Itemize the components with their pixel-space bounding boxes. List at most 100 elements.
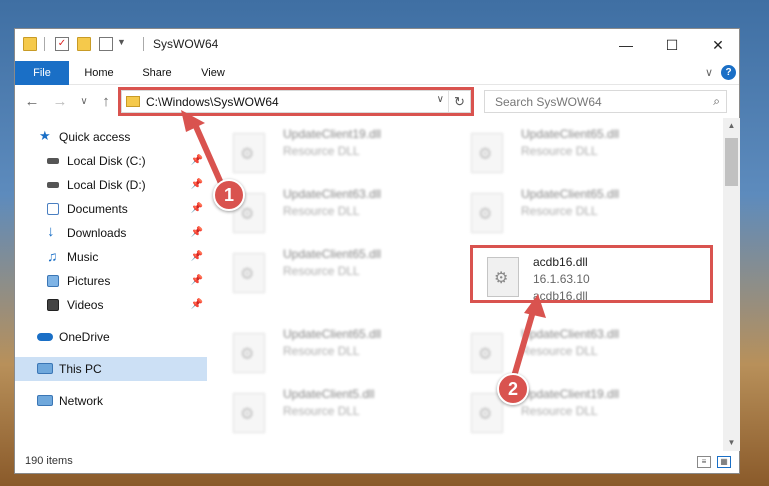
file-type: Resource DLL (521, 204, 598, 218)
explorer-window: ✓ ▼ SysWOW64 — ☐ ✕ File Home Share View … (14, 28, 740, 474)
sidebar-item-onedrive[interactable]: OneDrive (15, 325, 207, 349)
ribbon-tabs: File Home Share View ∨ ? (15, 61, 739, 85)
folder-icon (23, 37, 37, 51)
sidebar-item-label: OneDrive (59, 330, 110, 344)
pin-icon[interactable]: 📌 (191, 245, 203, 269)
pin-icon[interactable]: 📌 (191, 173, 203, 197)
pin-icon[interactable]: 📌 (191, 221, 203, 245)
file-item[interactable]: UpdateClient19.dll Resource DLL (215, 125, 445, 183)
help-icon[interactable]: ? (721, 65, 736, 80)
title-bar: ✓ ▼ SysWOW64 — ☐ ✕ (15, 29, 739, 61)
file-name: UpdateClient5.dll (283, 387, 375, 401)
file-name: UpdateClient65.dll (283, 327, 382, 341)
sidebar-item-videos[interactable]: Videos 📌 (15, 293, 207, 317)
minimize-button[interactable]: — (603, 29, 649, 61)
file-type: Resource DLL (283, 204, 360, 218)
tab-home[interactable]: Home (75, 61, 123, 85)
search-icon[interactable]: ⌕ (713, 94, 720, 109)
file-item[interactable]: UpdateClient19.dll Resource DLL (453, 385, 683, 443)
file-name: UpdateClient65.dll (521, 187, 620, 201)
details-view-icon[interactable]: ≡ (697, 456, 711, 468)
status-bar: 190 items ≡ ▦ (15, 451, 739, 473)
dll-file-icon (471, 193, 503, 233)
file-type: Resource DLL (521, 144, 598, 158)
search-box[interactable]: Search SysWOW64 ⌕ (484, 90, 727, 113)
file-name: UpdateClient63.dll (521, 327, 620, 341)
forward-button[interactable]: → (49, 92, 71, 112)
navigation-bar: ← → ∨ ↑ C:\Windows\SysWOW64 ∨ ↻ Search S… (15, 86, 739, 118)
file-type: Resource DLL (283, 264, 360, 278)
pin-icon[interactable]: 📌 (191, 149, 203, 173)
new-folder-icon[interactable] (77, 37, 91, 51)
file-type: Resource DLL (283, 144, 360, 158)
pin-icon[interactable]: 📌 (191, 197, 203, 221)
toolbar-separator (44, 37, 45, 51)
close-button[interactable]: ✕ (695, 29, 741, 61)
file-item[interactable]: UpdateClient65.dll Resource DLL (215, 325, 445, 383)
file-list: UpdateClient19.dll Resource DLL UpdateCl… (215, 125, 721, 447)
pin-icon[interactable]: 📌 (191, 293, 203, 317)
dll-file-icon (233, 333, 265, 373)
back-button[interactable]: ← (21, 92, 43, 112)
customize-dropdown-icon[interactable]: ▼ (117, 37, 126, 47)
sidebar-item-local-disk-d[interactable]: Local Disk (D:) 📌 (15, 173, 207, 197)
properties-icon[interactable]: ✓ (55, 37, 69, 51)
sidebar-item-label: Videos (67, 298, 104, 312)
sidebar-item-label: Quick access (59, 130, 131, 144)
file-type: Resource DLL (283, 344, 360, 358)
tab-file[interactable]: File (15, 61, 69, 85)
dll-file-icon (471, 133, 503, 173)
scroll-thumb[interactable] (725, 138, 738, 186)
sidebar-item-label: Downloads (67, 226, 127, 240)
vertical-scrollbar[interactable]: ▲ ▼ (723, 118, 740, 451)
up-button[interactable]: ↑ (95, 92, 117, 112)
tab-share[interactable]: Share (133, 61, 181, 85)
dll-file-icon (471, 333, 503, 373)
file-item[interactable]: UpdateClient63.dll Resource DLL (215, 185, 445, 243)
dll-file-icon (233, 253, 265, 293)
maximize-button[interactable]: ☐ (649, 29, 695, 61)
file-type: Resource DLL (521, 344, 598, 358)
pin-icon[interactable]: 📌 (191, 269, 203, 293)
large-icons-view-icon[interactable]: ▦ (717, 456, 731, 468)
star-icon: ★ (39, 128, 51, 143)
scroll-down-icon[interactable]: ▼ (723, 435, 740, 451)
computer-icon (37, 363, 53, 374)
videos-icon (47, 299, 59, 311)
file-highlight-box (470, 245, 713, 303)
customize-toolbar-icon[interactable] (99, 37, 113, 51)
file-item[interactable]: UpdateClient65.dll Resource DLL (453, 125, 683, 183)
sidebar-item-documents[interactable]: Documents 📌 (15, 197, 207, 221)
callout-step-1: 1 (213, 179, 245, 211)
pictures-icon (47, 275, 59, 287)
file-name: UpdateClient19.dll (521, 387, 620, 401)
sidebar-item-music[interactable]: ♫ Music 📌 (15, 245, 207, 269)
sidebar-item-pictures[interactable]: Pictures 📌 (15, 269, 207, 293)
sidebar-item-this-pc[interactable]: This PC (15, 357, 207, 381)
scroll-up-icon[interactable]: ▲ (723, 118, 740, 134)
file-type: Resource DLL (521, 404, 598, 418)
file-name: UpdateClient19.dll (283, 127, 382, 141)
navigation-pane: ★ Quick access Local Disk (C:) 📌 Local D… (15, 125, 207, 447)
item-count: 190 items (25, 455, 73, 467)
sidebar-item-network[interactable]: Network (15, 389, 207, 413)
expand-ribbon-icon[interactable]: ∨ (705, 66, 713, 79)
sidebar-item-label: Network (59, 394, 104, 408)
file-item[interactable]: UpdateClient65.dll Resource DLL (215, 245, 445, 303)
sidebar-item-quick-access[interactable]: ★ Quick access (15, 125, 207, 149)
file-type: Resource DLL (283, 404, 360, 418)
file-item[interactable]: UpdateClient63.dll Resource DLL (453, 325, 683, 383)
drive-icon (47, 158, 59, 164)
sidebar-item-local-disk-c[interactable]: Local Disk (C:) 📌 (15, 149, 207, 173)
documents-icon (47, 203, 59, 215)
download-icon: ↓ (47, 223, 55, 240)
recent-locations-icon[interactable]: ∨ (73, 92, 95, 112)
sidebar-item-downloads[interactable]: ↓ Downloads 📌 (15, 221, 207, 245)
tab-view[interactable]: View (189, 61, 237, 85)
sidebar-item-label: Documents (67, 202, 128, 216)
file-item[interactable]: UpdateClient65.dll Resource DLL (453, 185, 683, 243)
sidebar-item-label: Music (67, 250, 99, 264)
dll-file-icon (233, 133, 265, 173)
file-item[interactable]: UpdateClient5.dll Resource DLL (215, 385, 445, 443)
toolbar-separator (143, 37, 144, 51)
